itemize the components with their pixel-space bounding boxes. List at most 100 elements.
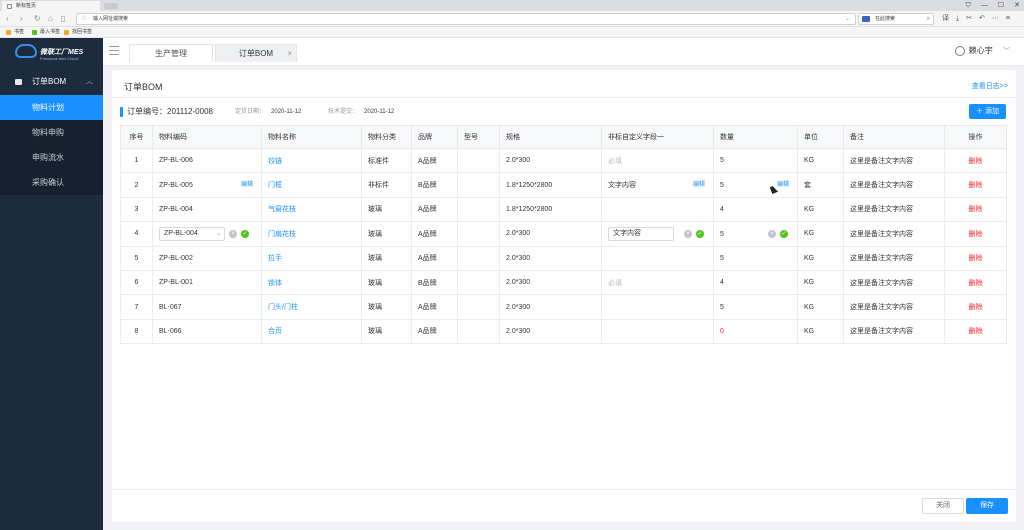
tab-production[interactable]: 生产管理 — [129, 44, 213, 62]
shield-icon[interactable]: ⛉ — [966, 0, 971, 11]
material-name-link[interactable]: 拉手 — [268, 255, 282, 262]
download-icon[interactable]: ⤓ — [956, 13, 959, 25]
minimize-icon[interactable]: — — [981, 0, 988, 11]
edit-button[interactable]: 编辑 — [693, 173, 705, 197]
clear-icon[interactable]: × — [229, 229, 237, 238]
cell-model — [457, 172, 500, 198]
view-log-link[interactable]: 查看日志>> — [972, 81, 1008, 91]
bookmark-item[interactable]: 最入书签 — [32, 27, 60, 38]
user-menu[interactable]: 赖心宇 ﹀ — [954, 45, 1010, 58]
material-name-link[interactable]: 铰链 — [268, 158, 282, 165]
bookmark-item[interactable]: 书签 — [6, 27, 24, 38]
forward-icon[interactable]: › — [20, 13, 23, 25]
cell-code: ZP-BL-004 ⌄ × ✓ — [152, 221, 262, 247]
cell-remark: 这里是备注文字内容 — [843, 147, 945, 174]
bom-table: 序号 物料编码 物料名称 物料分类 品牌 型号 规格 非标自定义字段一 数量 单… — [120, 125, 1007, 345]
delete-button[interactable]: 删除 — [969, 182, 983, 189]
clear-icon[interactable]: × — [767, 229, 776, 238]
material-name-link[interactable]: 气窗花枝 — [268, 206, 296, 213]
cell-brand: B品牌 — [411, 269, 458, 296]
translate-icon[interactable]: 译 — [942, 13, 949, 25]
close-window-icon[interactable]: ✕ — [1014, 0, 1020, 11]
table-row: 2 ZP-BL-005 编辑 门框 非标件 B品牌 1.8*1250*2800 文… — [120, 172, 1007, 198]
cell-model — [457, 318, 500, 345]
reader-icon[interactable]: ▯ — [61, 13, 65, 25]
close-button[interactable]: 关闭 — [922, 498, 964, 514]
window-controls: ⛉ — ☐ ✕ — [966, 0, 1020, 11]
top-bar: 生产管理 订单BOM × 赖心宇 ﹀ — [103, 38, 1024, 66]
material-name-link[interactable]: 门框 — [268, 182, 282, 189]
chevron-down-icon[interactable]: ⌄ — [845, 14, 850, 24]
cell-remark: 这里是备注文字内容 — [843, 172, 945, 198]
cell-spec: 2.0*300 — [499, 269, 602, 296]
confirm-icon[interactable]: ✓ — [779, 229, 788, 238]
undo-icon[interactable]: ↶ — [979, 13, 985, 25]
cell-model — [457, 269, 500, 296]
tab-order-bom[interactable]: 订单BOM × — [215, 44, 297, 62]
user-icon — [954, 46, 965, 56]
cell-model — [457, 221, 500, 247]
material-name-link[interactable]: 锁体 — [268, 280, 282, 287]
cell-no: 3 — [120, 196, 153, 223]
cell-spec: 2.0*300 — [499, 294, 602, 320]
col-header: 单位 — [797, 125, 844, 149]
bookmark-item[interactable]: 找回书签 — [64, 27, 92, 38]
add-button[interactable]: ＋ 添加 — [969, 104, 1006, 119]
confirm-icon[interactable]: ✓ — [241, 229, 249, 238]
address-bar[interactable]: ☆ 输入网址或搜索 ⌄ — [76, 13, 856, 25]
clear-icon[interactable]: × — [684, 229, 692, 238]
custom-field-input[interactable]: 文字内容 — [608, 226, 674, 241]
delete-button[interactable]: 删除 — [969, 255, 983, 262]
cell-brand: B品牌 — [411, 172, 458, 198]
sidebar-item-purchase-confirm[interactable]: 采购确认 — [0, 170, 103, 195]
logo: 微联工厂MES Friendess Mes Cloud — [0, 38, 103, 69]
material-name-link[interactable]: 门头/门柱 — [268, 304, 298, 311]
browser-tab[interactable]: 新标签页 — [2, 1, 100, 11]
plus-icon: ＋ — [976, 108, 984, 115]
delete-button[interactable]: 删除 — [969, 206, 983, 213]
page-title: 订单BOM — [124, 82, 163, 92]
cell-brand: A品牌 — [411, 245, 458, 271]
home-icon[interactable]: ⌂ — [48, 13, 53, 25]
search-icon[interactable]: ⌕ — [927, 14, 930, 24]
refresh-icon[interactable]: ↻ — [34, 13, 41, 25]
delete-button[interactable]: 删除 — [969, 231, 983, 238]
delete-button[interactable]: 删除 — [969, 158, 983, 165]
cell-qty: 0 — [713, 318, 798, 345]
delete-button[interactable]: 删除 — [969, 280, 983, 287]
cell-category: 标准件 — [361, 147, 412, 174]
close-icon[interactable]: × — [287, 45, 292, 62]
menu-group-order-bom[interactable]: 订单BOM ︿ — [0, 71, 103, 93]
delete-button[interactable]: 删除 — [969, 304, 983, 311]
scissors-icon[interactable]: ✂ — [966, 13, 972, 25]
sidebar-item-request-flow[interactable]: 申购流水 — [0, 145, 103, 170]
table-row: 6 ZP-BL-001 锁体 玻璃 B品牌 2.0*300 必填 4 KG 这里… — [120, 269, 1007, 296]
search-engine-icon[interactable] — [862, 16, 870, 22]
search-placeholder: 在此搜索 — [875, 16, 896, 22]
cell-unit: 套 — [797, 172, 844, 198]
browser-search-input[interactable]: 在此搜索 ⌕ — [858, 13, 934, 25]
menu-toggle-icon[interactable] — [109, 46, 119, 56]
back-icon[interactable]: ‹ — [6, 13, 9, 25]
maximize-icon[interactable]: ☐ — [998, 0, 1004, 11]
menu-icon[interactable]: ≡ — [1006, 13, 1010, 25]
table-row: 3 ZP-BL-004 气窗花枝 玻璃 A品牌 1.8*1250*2800 4 … — [120, 196, 1007, 223]
cloud-logo-icon — [15, 44, 37, 58]
star-icon[interactable]: ☆ — [81, 14, 87, 24]
material-name-link[interactable]: 合页 — [268, 328, 282, 335]
edit-button[interactable]: 编辑 — [777, 173, 789, 197]
new-tab-button[interactable] — [104, 3, 118, 9]
bookmarks-bar: 书签 最入书签 找回书签 — [0, 27, 1024, 38]
save-button[interactable]: 保存 — [966, 498, 1008, 514]
more-icon[interactable]: ⋯ — [992, 13, 999, 25]
edit-button[interactable]: 编辑 — [241, 173, 253, 197]
sidebar-item-material-request[interactable]: 物料申购 — [0, 120, 103, 145]
material-code-select[interactable]: ZP-BL-004 ⌄ — [159, 226, 225, 241]
page-icon — [7, 4, 12, 9]
confirm-icon[interactable]: ✓ — [696, 229, 704, 238]
browser-tools: 译 ⤓ ✂ ↶ ⋯ ≡ — [942, 13, 1010, 25]
delete-button[interactable]: 删除 — [969, 328, 983, 335]
material-name-link[interactable]: 门扇花枝 — [268, 231, 296, 238]
sidebar-item-material-plan[interactable]: 物料计划 — [0, 95, 103, 120]
cell-code: BL-066 — [152, 318, 262, 345]
